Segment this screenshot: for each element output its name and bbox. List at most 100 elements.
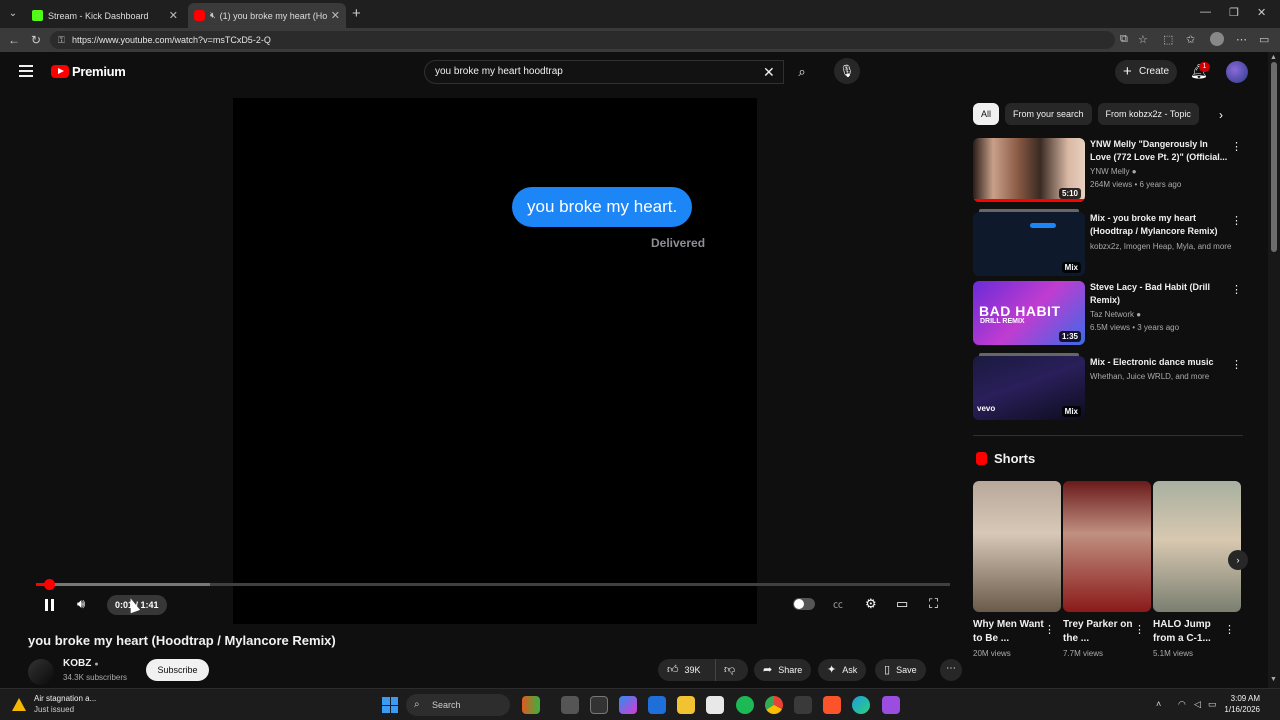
short-thumbnail[interactable] — [1063, 481, 1151, 612]
search-icon[interactable]: ⌕ — [788, 60, 816, 84]
rec-channel[interactable]: Taz Network — [1090, 310, 1134, 319]
sidebar-toggle-icon[interactable]: ▭ — [1259, 33, 1269, 46]
windows-start-icon[interactable] — [382, 697, 398, 713]
page-scrollbar[interactable]: ▲ ▼ — [1268, 52, 1280, 688]
scrubber-handle[interactable] — [44, 579, 56, 590]
minimize-icon[interactable]: — — [1200, 6, 1211, 18]
short-item[interactable]: Trey Parker on the ... 7.7M views ⋮ — [1063, 481, 1151, 658]
ask-button[interactable]: ✦ Ask — [818, 659, 867, 681]
channel-name[interactable]: KOBZ — [63, 658, 91, 669]
chip-all[interactable]: All — [973, 103, 1000, 125]
wifi-icon[interactable]: ◠ — [1178, 699, 1186, 710]
chip-from-topic[interactable]: From kobzx2z - Topic — [1097, 103, 1199, 125]
short-thumbnail[interactable] — [1153, 481, 1241, 612]
like-button[interactable]: 👍︎ 39K — [658, 659, 716, 681]
browser-profile-avatar[interactable] — [1210, 32, 1224, 46]
short-thumbnail[interactable] — [973, 481, 1061, 612]
more-actions-icon[interactable]: ⋯ — [940, 659, 962, 681]
copilot-icon[interactable] — [619, 696, 637, 714]
mix-thumbnail[interactable]: vevo Mix — [973, 356, 1085, 420]
todo-icon[interactable] — [648, 696, 666, 714]
extension-icon[interactable]: ⬚ — [1163, 33, 1173, 46]
chevron-right-icon[interactable]: › — [1219, 108, 1223, 122]
autoplay-toggle[interactable] — [793, 598, 815, 610]
channel-name-row[interactable]: KOBZ ● — [63, 658, 99, 669]
rec-title[interactable]: Mix - Electronic dance music — [1090, 356, 1230, 369]
video-thumbnail[interactable]: 5:10 — [973, 138, 1085, 202]
edge-icon[interactable] — [852, 696, 870, 714]
maximize-icon[interactable]: ❐ — [1229, 6, 1239, 19]
tab-kick-dashboard[interactable]: Stream - Kick Dashboard ✕ — [26, 3, 184, 28]
close-tab-icon[interactable]: ✕ — [169, 9, 178, 22]
menu-icon[interactable] — [19, 65, 33, 77]
volume-icon[interactable]: 🔊︎ — [77, 596, 85, 612]
short-title[interactable]: Why Men Want to Be ... — [973, 618, 1045, 646]
scroll-up-icon[interactable]: ▲ — [1270, 54, 1277, 61]
subscribe-button[interactable]: Subscribe — [146, 659, 209, 681]
recommendation-item[interactable]: Mix Mix - you broke my heart (Hoodtrap /… — [973, 209, 1243, 278]
search-input[interactable]: you broke my heart hoodtrap — [424, 60, 784, 84]
captions-icon[interactable]: ㏄ — [833, 596, 843, 611]
create-button[interactable]: + Create — [1115, 60, 1177, 84]
settings-gear-icon[interactable]: ⚙︎ — [865, 596, 877, 612]
close-tab-icon[interactable]: ✕ — [331, 9, 340, 22]
more-options-icon[interactable]: ⋮ — [1044, 623, 1055, 636]
install-app-icon[interactable]: ⧉ — [1120, 33, 1128, 46]
battery-icon[interactable]: ▭ — [1208, 699, 1217, 710]
tray-overflow-icon[interactable]: ˄ — [1156, 699, 1161, 709]
clock-date[interactable]: 1/16/2026 — [1220, 705, 1260, 714]
share-button[interactable]: ➦ Share — [754, 659, 812, 681]
rec-title[interactable]: Mix - you broke my heart (Hoodtrap / Myl… — [1090, 212, 1230, 238]
rec-title[interactable]: YNW Melly "Dangerously In Love (772 Love… — [1090, 138, 1230, 164]
speaker-icon[interactable]: ◁ — [1194, 699, 1201, 710]
recommendation-item[interactable]: vevo Mix Mix - Electronic dance music Wh… — [973, 353, 1243, 422]
spotify-icon[interactable] — [736, 696, 754, 714]
app-icon[interactable] — [590, 696, 608, 714]
chrome-icon[interactable] — [765, 696, 783, 714]
pause-icon[interactable] — [45, 599, 55, 611]
scroll-down-icon[interactable]: ▼ — [1270, 676, 1277, 683]
weather-alert-icon[interactable] — [12, 698, 26, 711]
brave-icon[interactable] — [823, 696, 841, 714]
app-icon[interactable] — [522, 696, 540, 714]
mix-thumbnail[interactable]: Mix — [973, 212, 1085, 276]
more-options-icon[interactable]: ⋮ — [1231, 358, 1242, 371]
rec-channel[interactable]: YNW Melly — [1090, 167, 1130, 176]
short-item[interactable]: HALO Jump from a C-1... 5.1M views ⋮ — [1153, 481, 1241, 658]
microphone-icon[interactable]: 🎙︎ — [834, 58, 860, 84]
app-icon[interactable] — [882, 696, 900, 714]
account-avatar[interactable] — [1226, 61, 1248, 83]
more-options-icon[interactable]: ⋮ — [1231, 140, 1242, 153]
site-info-icon[interactable]: ⚿ — [58, 31, 65, 49]
recommendation-item[interactable]: 5:10 YNW Melly "Dangerously In Love (772… — [973, 138, 1243, 204]
chip-from-your-search[interactable]: From your search — [1005, 103, 1092, 125]
app-icon[interactable] — [794, 696, 812, 714]
favorites-icon[interactable]: ✩ — [1186, 33, 1195, 46]
more-options-icon[interactable]: ⋮ — [1231, 283, 1242, 296]
new-tab-icon[interactable]: + — [352, 5, 361, 22]
more-options-icon[interactable]: ⋮ — [1134, 623, 1145, 636]
youtube-premium-logo[interactable]: Premium — [51, 64, 126, 79]
more-options-icon[interactable]: ⋮ — [1224, 623, 1235, 636]
speaker-muted-icon[interactable]: 🔇︎ — [210, 10, 216, 21]
tab-youtube-video[interactable]: 🔇︎ (1) you broke my heart (Hoo ✕ — [188, 3, 346, 28]
tab-search-menu-icon[interactable]: ⌄ — [4, 5, 22, 23]
short-title[interactable]: Trey Parker on the ... — [1063, 618, 1135, 646]
file-explorer-icon[interactable] — [677, 696, 695, 714]
store-icon[interactable] — [706, 696, 724, 714]
video-frame[interactable]: you broke my heart. Delivered — [233, 98, 757, 624]
browser-menu-icon[interactable]: ⋯ — [1236, 33, 1247, 46]
dislike-button[interactable]: 👎︎ — [716, 659, 735, 681]
bookmark-star-icon[interactable]: ☆ — [1138, 33, 1148, 46]
task-view-icon[interactable] — [561, 696, 579, 714]
recommendation-item[interactable]: BAD HABIT DRILL REMIX 1:35 Steve Lacy - … — [973, 281, 1243, 347]
video-thumbnail[interactable]: BAD HABIT DRILL REMIX 1:35 — [973, 281, 1085, 345]
video-player[interactable]: you broke my heart. Delivered 🔊︎ 0:01 / … — [28, 98, 958, 624]
short-title[interactable]: HALO Jump from a C-1... — [1153, 618, 1225, 646]
scrollbar-thumb[interactable] — [1271, 62, 1277, 252]
shorts-next-icon[interactable]: › — [1228, 550, 1248, 570]
clock-time[interactable]: 3:09 AM — [1220, 694, 1260, 703]
progress-bar[interactable] — [36, 579, 950, 590]
taskbar-search[interactable]: ⌕ Search — [406, 694, 510, 716]
channel-avatar[interactable] — [28, 659, 54, 685]
